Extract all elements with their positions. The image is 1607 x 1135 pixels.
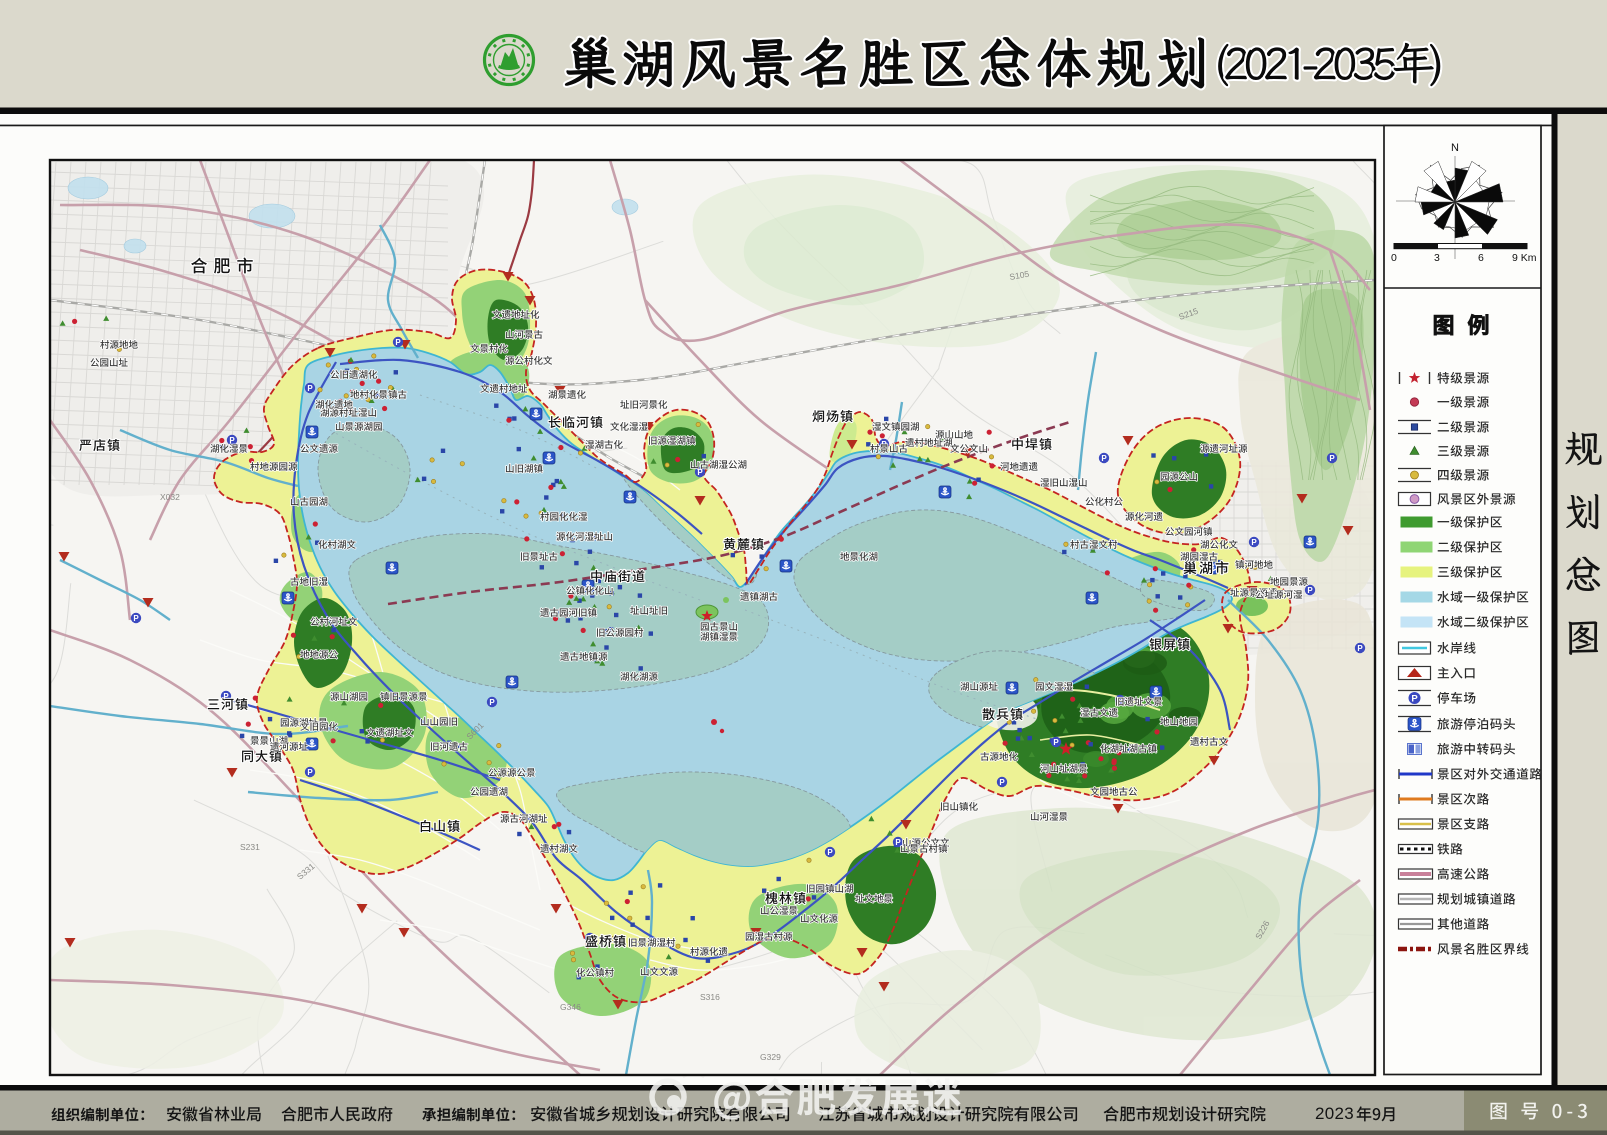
svg-text:9 Km: 9 Km: [1512, 252, 1537, 264]
svg-text:P: P: [133, 614, 139, 623]
svg-text:P: P: [1411, 693, 1418, 704]
svg-text:P: P: [1307, 586, 1313, 595]
svg-text:S316: S316: [700, 992, 720, 1002]
svg-text:P: P: [307, 384, 313, 393]
svg-text:P: P: [489, 698, 495, 707]
svg-text:2023: 2023: [1315, 1104, 1354, 1123]
svg-text:P: P: [1053, 738, 1059, 747]
svg-text:N: N: [1451, 142, 1459, 154]
svg-text:P: P: [827, 848, 833, 857]
svg-text:P: P: [307, 768, 313, 777]
svg-text:P: P: [395, 338, 401, 347]
svg-text:3: 3: [1434, 252, 1440, 264]
svg-text:P: P: [1101, 454, 1107, 463]
svg-text:P: P: [1251, 538, 1257, 547]
svg-text:X032: X032: [160, 492, 180, 502]
svg-text:P: P: [999, 778, 1005, 787]
svg-text:0: 0: [1391, 252, 1397, 264]
svg-text:S231: S231: [240, 842, 260, 852]
svg-text:G346: G346: [560, 1002, 581, 1012]
svg-text:6: 6: [1478, 252, 1484, 264]
svg-text:G329: G329: [760, 1052, 781, 1062]
svg-text:P: P: [1357, 644, 1363, 653]
svg-text:P: P: [1329, 454, 1335, 463]
